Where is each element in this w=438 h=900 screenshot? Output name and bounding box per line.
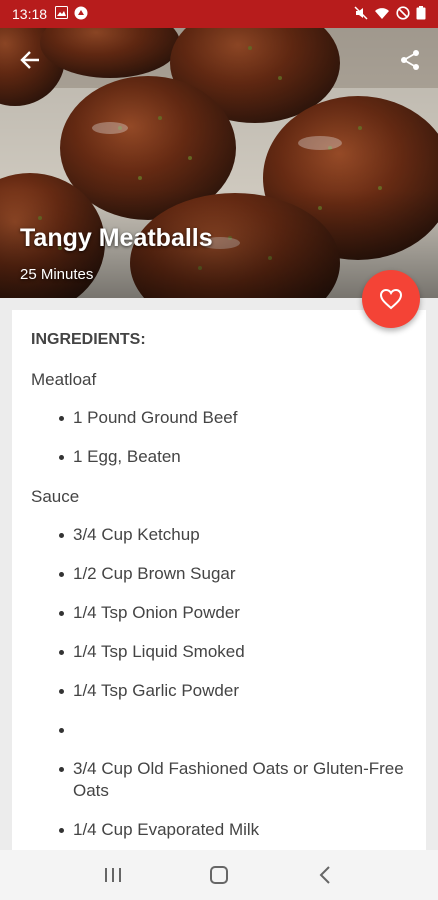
- status-right-icons: [354, 5, 426, 23]
- ingredient-item: 1/4 Tsp Garlic Powder: [31, 680, 408, 702]
- nav-home-button[interactable]: [189, 855, 249, 895]
- ingredient-group-label: Sauce: [31, 487, 80, 506]
- notification-icon: [74, 6, 88, 23]
- status-bar: 13:18: [0, 0, 438, 28]
- share-button[interactable]: [390, 40, 430, 80]
- ingredient-item: 1/4 Tsp Liquid Smoked: [31, 641, 408, 663]
- mute-icon: [354, 5, 368, 23]
- system-navigation-bar: [0, 850, 438, 900]
- ingredient-item: 3/4 Cup Ketchup: [31, 524, 408, 546]
- recipe-title: Tangy Meatballs: [20, 224, 213, 252]
- recipe-hero-image: Tangy Meatballs 25 Minutes: [0, 28, 438, 298]
- nav-recents-button[interactable]: [83, 855, 143, 895]
- ingredient-list: 1 Pound Ground Beef 1 Egg, Beaten: [31, 407, 408, 468]
- recents-icon: [105, 868, 121, 882]
- wifi-icon: [374, 6, 390, 23]
- do-not-disturb-icon: [396, 5, 410, 23]
- ingredient-item: 3/4 Cup Old Fashioned Oats or Gluten-Fre…: [31, 758, 408, 802]
- ingredient-item: [31, 719, 408, 741]
- status-time: 13:18: [12, 6, 48, 22]
- share-icon: [401, 50, 419, 70]
- nav-back-button[interactable]: [295, 855, 355, 895]
- meatballs-photo: [0, 28, 438, 298]
- ingredients-card: INGREDIENTS: Meatloaf 1 Pound Ground Bee…: [12, 310, 426, 870]
- ingredient-item: 1 Pound Ground Beef: [31, 407, 408, 429]
- back-button[interactable]: [10, 40, 50, 80]
- favorite-button[interactable]: [362, 270, 420, 328]
- ingredient-item: 1/4 Cup Evaporated Milk: [31, 819, 408, 841]
- image-icon: [55, 6, 69, 22]
- back-icon: [319, 866, 330, 884]
- ingredient-item: 1 Egg, Beaten: [31, 446, 408, 468]
- home-icon: [210, 866, 228, 884]
- ingredient-item: 1/2 Cup Brown Sugar: [31, 563, 408, 585]
- arrow-back-icon: [20, 51, 39, 69]
- battery-icon: [416, 5, 426, 23]
- heart-outline-icon: [379, 288, 403, 310]
- ingredient-item: 1/4 Tsp Onion Powder: [31, 602, 408, 624]
- ingredient-list: 3/4 Cup Ketchup 1/2 Cup Brown Sugar 1/4 …: [31, 524, 408, 841]
- ingredients-heading: INGREDIENTS:: [31, 331, 146, 348]
- recipe-duration: 25 Minutes: [20, 266, 94, 283]
- ingredient-group-label: Meatloaf: [31, 370, 97, 389]
